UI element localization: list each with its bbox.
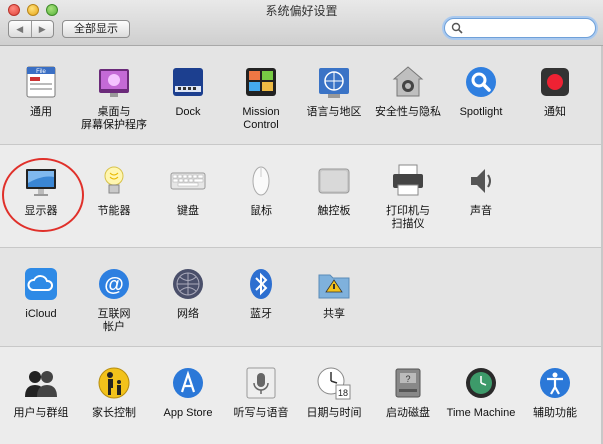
keyboard-icon xyxy=(170,172,206,190)
pane-label: 启动磁盘 xyxy=(386,407,430,419)
time-machine-icon xyxy=(466,368,496,398)
pane-label: 互联网 帐户 xyxy=(97,308,131,333)
pane-sound[interactable]: 声音 xyxy=(444,145,518,235)
pane-accessibility[interactable]: 辅助功能 xyxy=(518,347,592,437)
pane-label: 打印机与 扫描仪 xyxy=(386,205,430,230)
sound-icon xyxy=(471,169,491,193)
pane-label: 日期与时间 xyxy=(306,407,362,419)
notifications-icon xyxy=(541,68,569,96)
highlight-annotation xyxy=(2,158,84,232)
pane-label: Time Machine xyxy=(446,407,516,419)
general-icon: File xyxy=(26,66,56,98)
icloud-icon xyxy=(25,268,57,300)
pane-label: 通知 xyxy=(544,106,566,118)
mouse-icon xyxy=(252,166,270,196)
pane-label: 通用 xyxy=(30,106,52,118)
pane-label: 辅助功能 xyxy=(533,407,577,419)
pane-label: 节能器 xyxy=(97,205,131,217)
svg-text:@: @ xyxy=(104,274,124,296)
pane-label: 用户与群组 xyxy=(13,407,69,419)
parental-controls-icon xyxy=(98,367,130,399)
pane-label: 听写与语音 xyxy=(233,407,289,419)
date-time-icon: 18 xyxy=(317,367,351,400)
pane-language[interactable]: 语言与地区 xyxy=(297,46,371,136)
search-input[interactable] xyxy=(467,20,587,36)
pane-label: Spotlight xyxy=(459,106,503,118)
pane-label: 家长控制 xyxy=(92,407,136,419)
pane-trackpad[interactable]: 触控板 xyxy=(297,145,371,235)
pane-security[interactable]: 安全性与隐私 xyxy=(371,46,445,136)
pane-appstore[interactable]: App Store xyxy=(151,347,225,437)
forward-button[interactable]: ▶ xyxy=(30,21,54,37)
printer-icon xyxy=(393,164,423,196)
pane-mouse[interactable]: 鼠标 xyxy=(224,145,298,235)
pane-label: 蓝牙 xyxy=(250,308,272,320)
sharing-icon xyxy=(318,274,350,299)
network-icon xyxy=(173,269,203,299)
pane-parental[interactable]: 家长控制 xyxy=(77,347,151,437)
pane-label: iCloud xyxy=(25,308,57,320)
pane-network[interactable]: 网络 xyxy=(151,248,225,338)
pane-label: 网络 xyxy=(177,308,199,320)
internet-accounts-icon: @ xyxy=(99,269,129,299)
pane-general[interactable]: File 通用 xyxy=(4,46,78,136)
search-field[interactable] xyxy=(444,18,596,38)
window-title: 系统偏好设置 xyxy=(265,4,338,18)
pane-label: 触控板 xyxy=(317,205,351,217)
system-preferences-window: 系统偏好设置 ◀ ▶ 全部显示 File 通用 桌面与 屏幕保护程序 Dock Miss… xyxy=(0,0,603,444)
energy-icon xyxy=(104,166,124,194)
dock-icon xyxy=(173,68,203,96)
pane-label: Dock xyxy=(175,106,201,118)
pane-energy[interactable]: 节能器 xyxy=(77,145,151,235)
pane-dock[interactable]: Dock xyxy=(151,46,225,136)
title-bar: 系统偏好设置 ◀ ▶ 全部显示 xyxy=(0,0,603,46)
pane-dictation[interactable]: 听写与语音 xyxy=(224,347,298,437)
pane-label: 鼠标 xyxy=(250,205,272,217)
pane-internet[interactable]: @ 互联网 帐户 xyxy=(77,248,151,338)
pane-desktop[interactable]: 桌面与 屏幕保护程序 xyxy=(77,46,151,136)
show-all-button[interactable]: 全部显示 xyxy=(62,20,130,38)
pane-bluetooth[interactable]: 蓝牙 xyxy=(224,248,298,338)
pane-sharing[interactable]: 共享 xyxy=(297,248,371,338)
spotlight-icon xyxy=(466,67,496,97)
pane-label: 语言与地区 xyxy=(306,106,362,118)
bluetooth-icon xyxy=(250,269,272,299)
pane-label: Mission Control xyxy=(242,106,280,131)
pane-mission[interactable]: Mission Control xyxy=(224,46,298,136)
accessibility-icon xyxy=(540,368,570,398)
pane-label: 桌面与 屏幕保护程序 xyxy=(81,106,147,131)
pane-icloud[interactable]: iCloud xyxy=(4,248,78,338)
app-store-icon xyxy=(173,368,203,398)
desktop-icon xyxy=(99,69,129,97)
pane-printers[interactable]: 打印机与 扫描仪 xyxy=(371,145,445,235)
pane-startup[interactable]: ? 启动磁盘 xyxy=(371,347,445,437)
pane-label: 键盘 xyxy=(177,205,199,217)
pane-datetime[interactable]: 18 日期与时间 xyxy=(297,347,371,437)
pane-notifications[interactable]: 通知 xyxy=(518,46,592,136)
svg-text:?: ? xyxy=(405,374,410,384)
language-icon xyxy=(319,68,349,98)
pane-users[interactable]: 用户与群组 xyxy=(4,347,78,437)
trackpad-icon xyxy=(318,168,350,194)
users-icon xyxy=(25,371,57,397)
pane-spotlight[interactable]: Spotlight xyxy=(444,46,518,136)
pane-label: 声音 xyxy=(470,205,492,217)
pane-label: 共享 xyxy=(323,308,345,320)
back-button[interactable]: ◀ xyxy=(9,21,31,37)
pane-keyboard[interactable]: 键盘 xyxy=(151,145,225,235)
pane-label: 安全性与隐私 xyxy=(375,106,441,118)
security-icon xyxy=(392,66,424,97)
dictation-icon xyxy=(246,367,276,399)
search-icon xyxy=(451,22,463,34)
date-time-icon-label: 18 xyxy=(338,388,348,398)
back-forward-group: ◀ ▶ xyxy=(8,20,54,38)
pane-label: App Store xyxy=(163,407,213,419)
mission-control-icon xyxy=(246,68,276,96)
startup-disk-icon: ? xyxy=(395,368,421,398)
general-icon-label: File xyxy=(36,69,46,75)
pane-timemachine[interactable]: Time Machine xyxy=(444,347,518,437)
